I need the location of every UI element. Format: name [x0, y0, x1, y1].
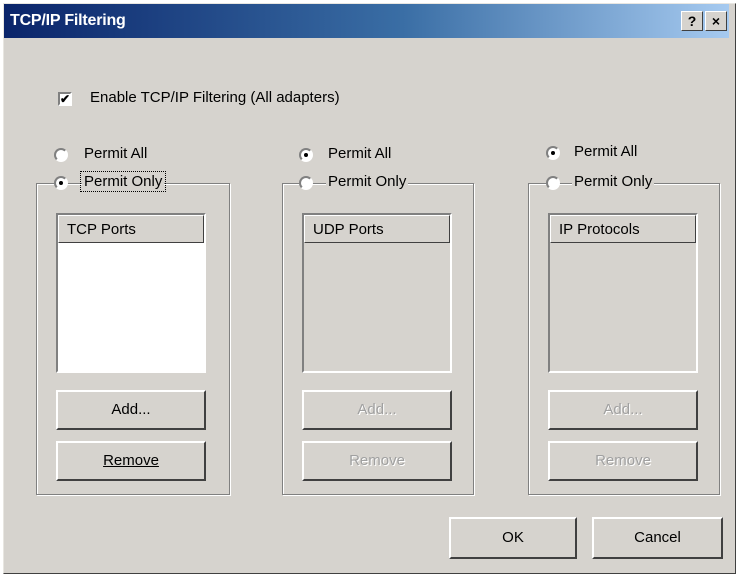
- window-title: TCP/IP Filtering: [10, 12, 126, 29]
- tcp-permit-only-label[interactable]: Permit Only: [79, 171, 167, 192]
- tcp-permit-only-radio[interactable]: [54, 176, 68, 190]
- tcp-ports-header: TCP Ports: [58, 215, 204, 243]
- cancel-button[interactable]: Cancel: [592, 517, 723, 559]
- tcp-ports-list[interactable]: TCP Ports: [56, 213, 206, 373]
- ip-add-button[interactable]: Add...: [548, 390, 698, 430]
- enable-filtering-label[interactable]: Enable TCP/IP Filtering (All adapters): [90, 89, 340, 106]
- ip-protocols-list[interactable]: IP Protocols: [548, 213, 698, 373]
- title-bar: TCP/IP Filtering ? ×: [4, 4, 729, 38]
- udp-remove-button[interactable]: Remove: [302, 441, 452, 481]
- tcp-add-button[interactable]: Add...: [56, 390, 206, 430]
- enable-filtering-checkbox[interactable]: ✔: [58, 92, 72, 106]
- udp-ports-header: UDP Ports: [304, 215, 450, 243]
- close-icon[interactable]: ×: [705, 11, 727, 31]
- ip-protocols-header: IP Protocols: [550, 215, 696, 243]
- tcp-permit-all-radio[interactable]: [54, 148, 68, 162]
- checkmark-icon: ✔: [60, 92, 71, 106]
- ip-permit-only-radio[interactable]: [546, 176, 560, 190]
- udp-permit-all-label[interactable]: Permit All: [328, 145, 391, 162]
- tcp-permit-all-label[interactable]: Permit All: [84, 145, 147, 162]
- ok-button[interactable]: OK: [449, 517, 577, 559]
- udp-add-button[interactable]: Add...: [302, 390, 452, 430]
- tcp-remove-button[interactable]: Remove: [56, 441, 206, 481]
- ip-permit-only-label[interactable]: Permit Only: [572, 173, 655, 190]
- help-button[interactable]: ?: [681, 11, 703, 31]
- ip-remove-button[interactable]: Remove: [548, 441, 698, 481]
- udp-permit-only-radio[interactable]: [299, 176, 313, 190]
- ip-permit-all-radio[interactable]: [546, 146, 560, 160]
- udp-ports-list[interactable]: UDP Ports: [302, 213, 452, 373]
- udp-permit-only-label[interactable]: Permit Only: [326, 173, 409, 190]
- ip-permit-all-label[interactable]: Permit All: [574, 143, 637, 160]
- udp-permit-all-radio[interactable]: [299, 148, 313, 162]
